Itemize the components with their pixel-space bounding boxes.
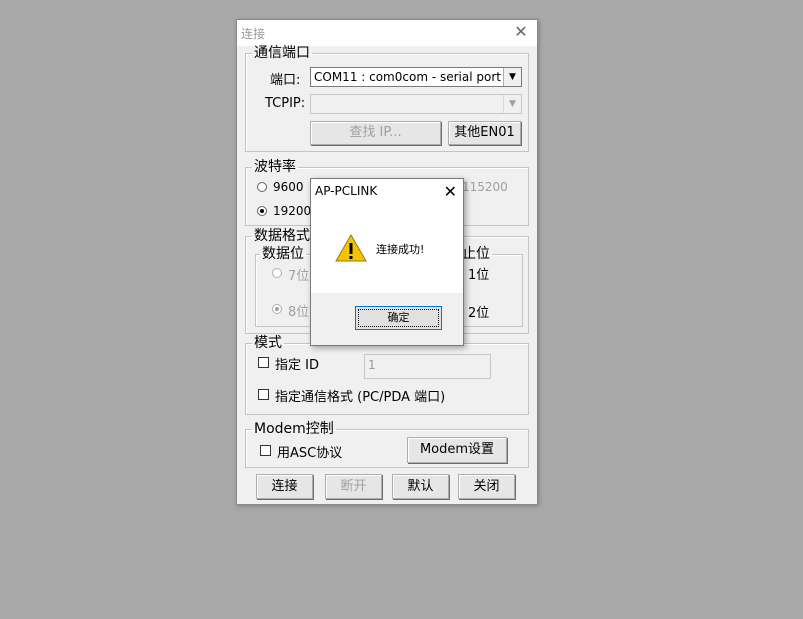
dialog-message: 连接成功! <box>376 243 425 256</box>
baud-9600-label: 9600 <box>273 180 304 194</box>
chevron-down-icon[interactable]: ▼ <box>503 68 521 86</box>
port-label: 端口: <box>270 73 301 88</box>
stop-1bit-label: 1位 <box>468 268 490 283</box>
data-bits-legend: 数据位 <box>262 246 304 262</box>
connect-button[interactable]: 连接 <box>256 474 313 499</box>
message-dialog: AP-PCLINK ✕ 连接成功! 确定 <box>310 178 464 346</box>
baud-115200-label: 115200 <box>462 180 508 194</box>
tcpip-label: TCPIP: <box>265 96 306 111</box>
baud-19200-radio[interactable] <box>257 206 267 216</box>
baud-19200-label: 19200 <box>273 204 312 218</box>
baud-group-legend: 波特率 <box>254 159 296 175</box>
specify-format-label: 指定通信格式 (PC/PDA 端口) <box>275 390 446 405</box>
format-group-legend: 数据格式 <box>254 228 310 244</box>
other-en01-button[interactable]: 其他EN01 <box>448 121 521 145</box>
disconnect-button[interactable]: 断开 <box>325 474 382 499</box>
close-icon[interactable]: ✕ <box>511 22 531 42</box>
stop-2bit-label: 2位 <box>468 306 490 321</box>
data-7bit-label: 7位 <box>288 269 310 284</box>
modem-settings-button[interactable]: Modem设置 <box>407 437 507 463</box>
id-input[interactable]: 1 <box>364 354 491 379</box>
close-button[interactable]: 关闭 <box>458 474 515 499</box>
window-titlebar: 连接 ✕ <box>237 20 537 46</box>
port-select[interactable]: COM11 : com0com - serial port e ▼ <box>310 67 522 87</box>
specify-id-checkbox[interactable] <box>258 357 269 368</box>
tcpip-select[interactable]: ▼ <box>310 94 522 114</box>
warning-icon <box>335 234 367 262</box>
specify-id-label: 指定 ID <box>275 358 319 373</box>
close-icon[interactable]: ✕ <box>444 182 457 201</box>
data-8bit-label: 8位 <box>288 305 310 320</box>
asc-protocol-checkbox[interactable] <box>260 445 271 456</box>
specify-format-checkbox[interactable] <box>258 389 269 400</box>
ok-button[interactable]: 确定 <box>355 306 442 330</box>
window-title: 连接 <box>241 27 266 41</box>
chevron-down-icon[interactable]: ▼ <box>503 95 521 113</box>
stop-bits-legend: 止位 <box>462 246 490 262</box>
baud-9600-radio[interactable] <box>257 182 267 192</box>
modem-group-legend: Modem控制 <box>254 421 334 437</box>
default-button[interactable]: 默认 <box>392 474 449 499</box>
port-select-value: COM11 : com0com - serial port e <box>314 70 504 84</box>
port-group-legend: 通信端口 <box>254 45 310 61</box>
asc-protocol-label: 用ASC协议 <box>277 446 343 461</box>
find-ip-button[interactable]: 查找 IP... <box>310 121 441 145</box>
dialog-title: AP-PCLINK <box>315 184 378 198</box>
data-7bit-radio[interactable] <box>272 268 282 278</box>
mode-group-legend: 模式 <box>254 335 282 351</box>
data-8bit-radio[interactable] <box>272 304 282 314</box>
